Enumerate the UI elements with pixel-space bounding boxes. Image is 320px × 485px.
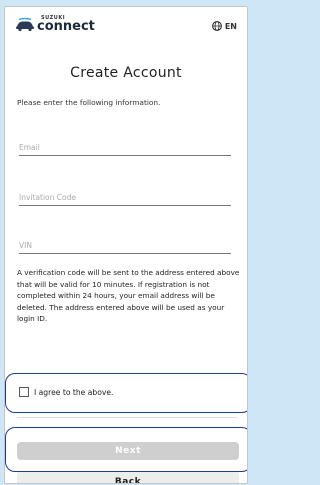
- header: SUZUKI connect EN: [5, 7, 247, 43]
- suzuki-connect-logo: SUZUKI connect: [15, 15, 105, 37]
- app-screen: SUZUKI connect EN Create Account Please …: [4, 6, 248, 484]
- next-highlight-outline: [5, 427, 247, 472]
- verification-notice: A verification code will be sent to the …: [17, 268, 240, 324]
- vin-field[interactable]: [19, 230, 231, 254]
- page-title: Create Account: [70, 65, 182, 81]
- language-selector[interactable]: EN: [211, 21, 237, 31]
- divider: [17, 417, 237, 418]
- car-icon: [16, 18, 34, 32]
- language-label: EN: [224, 21, 237, 31]
- globe-icon: [211, 21, 222, 31]
- agree-highlight-outline: [5, 373, 247, 413]
- invitation-code-field[interactable]: [19, 182, 231, 206]
- instruction-text: Please enter the following information.: [17, 98, 161, 107]
- back-button[interactable]: Back: [17, 471, 239, 483]
- brand-main-text: connect: [37, 19, 95, 34]
- email-field[interactable]: [19, 132, 231, 156]
